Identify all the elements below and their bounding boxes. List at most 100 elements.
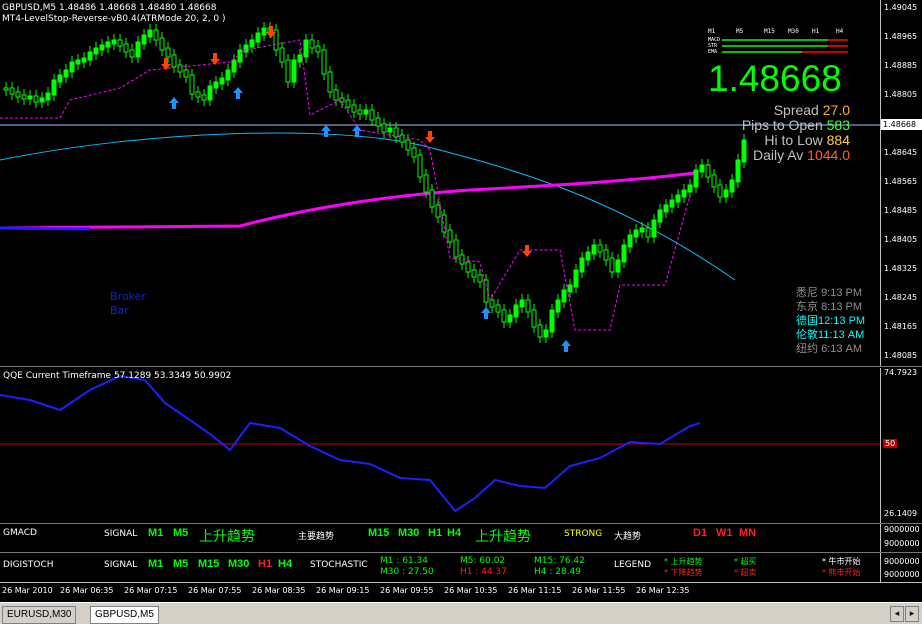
- candle-body: [621, 244, 627, 263]
- qqe-axis-mid: 50: [883, 439, 898, 448]
- gmacd-trend-up-2: 上升趋势: [475, 529, 531, 545]
- candle-body: [567, 284, 573, 293]
- chart-tab-bar: EURUSD,M30 GBPUSD,M5 ◂ ▸: [0, 602, 922, 624]
- candle-body: [357, 109, 363, 115]
- ema-bar-green: [722, 51, 802, 53]
- candle-body: [87, 51, 93, 61]
- candle-body: [27, 95, 33, 100]
- mini-label-h4: H4: [836, 28, 844, 35]
- mini-label-m30: M30: [788, 28, 799, 35]
- candle-body: [99, 44, 105, 51]
- candle-body: [465, 261, 471, 273]
- candle-body: [627, 234, 633, 248]
- candle-body: [543, 329, 549, 338]
- candle-body: [615, 259, 621, 273]
- price-axis-label: 1.48405: [884, 235, 918, 244]
- candle-body: [729, 179, 735, 193]
- legend-bear: * 熊市开始: [822, 568, 861, 577]
- gmacd-trend-up: 上升趋势: [199, 529, 255, 545]
- stoch-m15: M15: 76.42: [534, 556, 585, 566]
- candle-body: [255, 32, 261, 43]
- price-axis-label: 1.48245: [884, 293, 918, 302]
- candle-body: [669, 199, 675, 208]
- qqe-title: QQE Current Timeframe 57.1289 53.3349 50…: [3, 371, 232, 381]
- candle-body: [699, 164, 705, 173]
- candle-body: [63, 69, 69, 78]
- digistoch-tf-m30: M30: [228, 558, 250, 570]
- candle-body: [525, 299, 531, 313]
- chart-symbol-line: GBPUSD,M5 1.48486 1.48668 1.48480 1.4866…: [2, 3, 217, 13]
- time-axis[interactable]: 26 Mar 2010 26 Mar 06:35 26 Mar 07:15 26 Ma…: [0, 582, 922, 603]
- candle-body: [555, 299, 561, 313]
- clock-tokyo: 东京 8:13 PM: [796, 301, 863, 313]
- candle-body: [111, 39, 117, 45]
- tab-scroll-left-icon[interactable]: ◂: [890, 606, 904, 622]
- stoch-m30: M30 : 27.50: [380, 567, 434, 577]
- time-axis-label: 26 Mar 12:35: [636, 586, 690, 595]
- candle-body: [687, 184, 693, 193]
- gmacd-axis-bottom: 9000000: [884, 539, 920, 548]
- candle-body: [15, 91, 21, 98]
- clock-germany: 德国12:13 PM: [796, 315, 866, 327]
- candle-body: [429, 189, 435, 208]
- digistoch-tf-m5: M5: [173, 558, 189, 570]
- candle-body: [177, 64, 183, 73]
- candle-body: [681, 189, 687, 198]
- candle-body: [663, 204, 669, 213]
- str-bar-red: [828, 45, 848, 47]
- candle-body: [141, 34, 147, 45]
- candle-body: [435, 204, 441, 218]
- pane-divider[interactable]: [0, 552, 922, 553]
- digistoch-tf-m1: M1: [148, 558, 164, 570]
- candle-body: [507, 314, 513, 323]
- clock-london: 伦敦11:13 AM: [796, 329, 865, 341]
- candle-body: [633, 229, 639, 238]
- gmacd-main-trend: 主要趋势: [298, 532, 335, 542]
- candle-body: [81, 57, 87, 63]
- candle-body: [531, 309, 537, 328]
- gmacd-pane[interactable]: GMACD SIGNAL M1 M5 上升趋势 主要趋势 M15 M30 H1 …: [0, 525, 880, 545]
- tab-eurusd-m30[interactable]: EURUSD,M30: [2, 606, 77, 624]
- candle-body: [399, 134, 405, 143]
- str-bar-green: [722, 45, 828, 47]
- pane-divider[interactable]: [0, 523, 922, 524]
- candle-body: [585, 251, 591, 261]
- price-axis-label: 1.49045: [884, 3, 918, 12]
- stoch-h4: H4 : 28.49: [534, 567, 582, 577]
- candle-body: [165, 47, 171, 58]
- candle-body: [705, 164, 711, 178]
- fast-ma-segment: [0, 226, 91, 231]
- legend-overbought: * 超买: [734, 557, 757, 566]
- candle-body: [411, 147, 417, 158]
- time-axis-label: 26 Mar 07:15: [124, 586, 178, 595]
- candle-body: [717, 184, 723, 198]
- fast-ma-line: [0, 171, 696, 230]
- candle-body: [9, 87, 15, 95]
- candle-body: [291, 59, 297, 83]
- qqe-pane[interactable]: [0, 368, 880, 523]
- qqe-canvas[interactable]: [0, 368, 880, 523]
- tab-scroll-right-icon[interactable]: ▸: [905, 606, 919, 622]
- candle-body: [45, 92, 51, 101]
- pane-divider[interactable]: [0, 366, 922, 367]
- candle-body: [159, 37, 165, 51]
- candle-body: [153, 29, 159, 41]
- indicator-label: MT4-LevelStop-Reverse-vB0.4(ATRMode 20, …: [2, 14, 226, 24]
- mini-label-m15: M15: [764, 28, 775, 35]
- candle-body: [123, 43, 129, 53]
- candle-body: [591, 244, 597, 255]
- tab-gbpusd-m5[interactable]: GBPUSD,M5: [90, 606, 159, 624]
- info-stats: Spread 27.0 Pips to Open 583 Hi to Low 8…: [700, 103, 850, 163]
- candle-body: [489, 299, 495, 308]
- stoch-m1: M1 : 61.34: [380, 556, 429, 566]
- gmacd-tf-m5: M5: [173, 527, 189, 539]
- candle-body: [561, 289, 567, 303]
- digistoch-pane[interactable]: DIGISTOCH SIGNAL M1 M5 M15 M30 H1 H4 STO…: [0, 554, 880, 582]
- candle-body: [333, 89, 339, 101]
- gmacd-tf-mn: MN: [739, 527, 757, 539]
- current-price-tag: 1.48668: [881, 119, 922, 130]
- candle-body: [711, 174, 717, 188]
- candle-body: [231, 59, 237, 73]
- candle-body: [477, 274, 483, 283]
- up-arrow-icon: [561, 340, 571, 352]
